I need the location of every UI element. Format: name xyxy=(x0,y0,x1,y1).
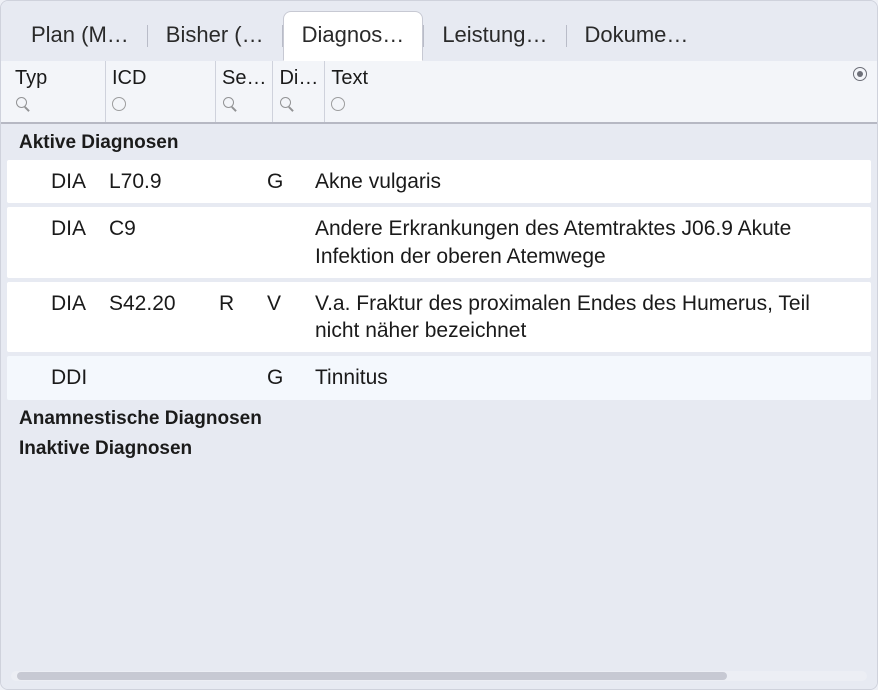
cell-seite xyxy=(213,364,261,391)
app-window: Plan (M… Bisher (… Diagnos… Leistung… Do… xyxy=(0,0,878,690)
column-text[interactable]: Text xyxy=(324,61,877,122)
circle-icon xyxy=(112,97,126,111)
cell-icd: C9 xyxy=(103,215,213,270)
cell-seite xyxy=(213,215,261,270)
column-typ[interactable]: Typ xyxy=(9,61,105,122)
scrollbar-area xyxy=(1,665,877,689)
cell-diagnose: G xyxy=(261,168,309,195)
cell-icd: L70.9 xyxy=(103,168,213,195)
cell-icd: S42.20 xyxy=(103,290,213,345)
cell-typ: DDI xyxy=(45,364,103,391)
cell-seite: R xyxy=(213,290,261,345)
cell-icd xyxy=(103,364,213,391)
cell-typ: DIA xyxy=(45,168,103,195)
table-row[interactable]: DIA S42.20 R V V.a. Fraktur des proximal… xyxy=(7,282,871,353)
section-anamnestisch-title: Anamnestische Diagnosen xyxy=(1,400,877,436)
tab-leistung[interactable]: Leistung… xyxy=(424,12,565,60)
table-options-button[interactable] xyxy=(853,67,867,81)
horizontal-scrollbar[interactable] xyxy=(11,671,867,681)
column-icd-label: ICD xyxy=(112,67,209,90)
scrollbar-thumb[interactable] xyxy=(17,672,727,680)
table-row[interactable]: DIA C9 Andere Erkrankungen des Atemtrakt… xyxy=(7,207,871,278)
column-diagnose-label: Di… xyxy=(279,67,318,90)
aktive-rows: DIA L70.9 G Akne vulgaris DIA C9 Andere … xyxy=(1,160,877,400)
tab-dokumente[interactable]: Dokume… xyxy=(567,12,707,60)
content-area: Typ ICD Se… Di… Text xyxy=(1,61,877,689)
cell-text: V.a. Fraktur des proximalen Endes des Hu… xyxy=(309,290,871,345)
column-icd[interactable]: ICD xyxy=(105,61,215,122)
column-seite-label: Se… xyxy=(222,67,266,90)
filter-diagnose[interactable] xyxy=(279,94,318,114)
column-typ-label: Typ xyxy=(15,67,99,90)
cell-typ: DIA xyxy=(45,290,103,345)
column-text-label: Text xyxy=(331,67,871,90)
cell-text: Andere Erkrankungen des Atemtraktes J06.… xyxy=(309,215,871,270)
search-icon xyxy=(279,96,295,112)
cell-typ: DIA xyxy=(45,215,103,270)
section-aktive-title: Aktive Diagnosen xyxy=(1,124,877,160)
cell-diagnose: V xyxy=(261,290,309,345)
column-seite[interactable]: Se… xyxy=(215,61,272,122)
cell-diagnose xyxy=(261,215,309,270)
tab-plan[interactable]: Plan (M… xyxy=(13,12,147,60)
filter-typ[interactable] xyxy=(15,94,99,114)
circle-icon xyxy=(331,97,345,111)
table-row[interactable]: DDI G Tinnitus xyxy=(7,356,871,399)
column-diagnose[interactable]: Di… xyxy=(272,61,324,122)
filter-seite[interactable] xyxy=(222,94,266,114)
cell-text: Tinnitus xyxy=(309,364,871,391)
search-icon xyxy=(15,96,31,112)
filter-text[interactable] xyxy=(331,94,871,114)
tab-bisher[interactable]: Bisher (… xyxy=(148,12,282,60)
table-header: Typ ICD Se… Di… Text xyxy=(1,61,877,124)
cell-text: Akne vulgaris xyxy=(309,168,871,195)
tab-bar: Plan (M… Bisher (… Diagnos… Leistung… Do… xyxy=(1,1,877,61)
cell-seite xyxy=(213,168,261,195)
section-inaktiv-title: Inaktive Diagnosen xyxy=(1,436,877,466)
table-row[interactable]: DIA L70.9 G Akne vulgaris xyxy=(7,160,871,203)
search-icon xyxy=(222,96,238,112)
filter-icd[interactable] xyxy=(112,94,209,114)
tab-diagnosen[interactable]: Diagnos… xyxy=(283,11,424,61)
cell-diagnose: G xyxy=(261,364,309,391)
